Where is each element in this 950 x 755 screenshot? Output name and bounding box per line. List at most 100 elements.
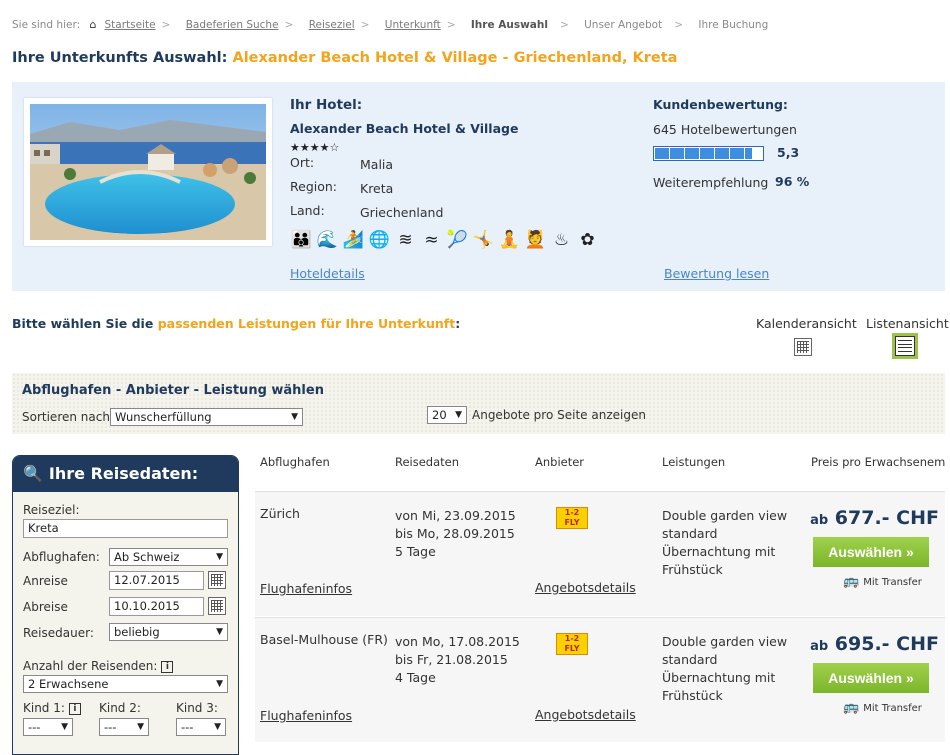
row-dates: von Mi, 23.09.2015 bis Mo, 28.09.2015 5 … [395, 507, 516, 561]
bus-icon: 🚌 [843, 700, 860, 715]
row-service-line: standard [662, 652, 718, 667]
row-price-value: 677.- CHF [834, 507, 939, 529]
page-title-hotel: Alexander Beach Hotel & Village - Griech… [232, 50, 678, 66]
home-icon[interactable]: ⌂ [89, 18, 101, 31]
child1-select-value: --- [28, 720, 41, 734]
list-view-label[interactable]: Listenansicht [866, 316, 949, 331]
row-service-line: Frühstück [662, 688, 723, 703]
calendar-icon[interactable] [208, 571, 226, 589]
hotel-heading: Ihr Hotel: [290, 97, 363, 113]
hotel-region-label: Region: [290, 179, 338, 194]
chevron-down-icon: ▼ [214, 722, 221, 732]
chevron-down-icon: ▼ [61, 722, 68, 732]
breadcrumb-reiseziel[interactable]: Reiseziel [309, 19, 355, 31]
rating-bar-segment [745, 148, 752, 159]
sauna-icon: ♨ [553, 230, 570, 250]
info-icon[interactable]: i [161, 660, 174, 673]
list-view-icon[interactable] [892, 333, 918, 359]
transfer-badge: 🚌 Mit Transfer [843, 574, 922, 589]
row-service-line: Übernachtung mit [662, 670, 776, 685]
airport-select[interactable]: Ab Schweiz ▼ [109, 548, 228, 566]
row-price: ab 695.- CHF [810, 633, 939, 655]
transfer-label: Mit Transfer [863, 703, 922, 714]
per-page-select[interactable]: 20 ▼ [427, 406, 467, 424]
chevron-down-icon: ▼ [216, 552, 223, 562]
airport-select-value: Ab Schweiz [114, 550, 180, 564]
calendar-icon[interactable] [208, 597, 226, 615]
destination-label: Reiseziel: [23, 503, 80, 517]
rating-bar-segment [715, 148, 729, 159]
rating-bar-segment [670, 148, 684, 159]
watersport-icon: 🏄 [342, 230, 365, 250]
row-date-from: von Mo, 17.08.2015 [395, 634, 520, 649]
calendar-view-icon[interactable] [794, 338, 812, 356]
travellers-select[interactable]: 2 Erwachsene ▼ [23, 675, 228, 693]
page-title: Ihre Unterkunfts Auswahl: Alexander Beac… [12, 50, 677, 66]
row-service-line: Double garden view [662, 634, 788, 649]
return-input[interactable]: 10.10.2015 [109, 597, 204, 616]
offer-details-link[interactable]: Angebotsdetails [535, 579, 636, 597]
child2-select[interactable]: --- ▼ [99, 718, 149, 736]
provider-logo: 1-2 FLY [556, 507, 588, 529]
airport-info-link[interactable]: Flughafeninfos [260, 580, 352, 598]
recommend-value: 96 % [775, 174, 810, 189]
airport-label: Abflughafen: [23, 550, 100, 564]
info-icon[interactable]: i [68, 702, 81, 715]
breadcrumb-badeferien[interactable]: Badeferien Suche [186, 19, 279, 31]
duration-label: Reisedauer: [23, 626, 94, 640]
hotel-region-value: Kreta [360, 181, 394, 196]
breadcrumb-startseite[interactable]: Startseite [104, 19, 155, 31]
rating-bar-segment [685, 148, 699, 159]
row-service-line: Double garden view [662, 508, 788, 523]
breadcrumb-unterkunft[interactable]: Unterkunft [385, 19, 441, 31]
hotel-land-value: Griechenland [360, 205, 444, 220]
child3-select[interactable]: --- ▼ [176, 718, 226, 736]
search-icon: 🔍 [23, 464, 43, 483]
travellers-label: Anzahl der Reisenden: i [23, 659, 174, 673]
sort-select[interactable]: Wunscherfüllung ▼ [110, 408, 303, 426]
rating-bar-segment [700, 148, 714, 159]
row-price: ab 677.- CHF [810, 507, 939, 529]
row-price-value: 695.- CHF [834, 633, 939, 655]
rating-bar-segment [730, 148, 744, 159]
row-price-prefix: ab [810, 513, 829, 528]
per-page-value: 20 [432, 408, 447, 422]
beach-icon: 🌊 [316, 230, 339, 250]
rating-bar [653, 146, 764, 161]
choose-suffix: : [455, 316, 461, 331]
offer-details-link[interactable]: Angebotsdetails [535, 706, 636, 724]
sort-label: Sortieren nach [22, 410, 110, 424]
tennis-icon: 🎾 [446, 230, 469, 250]
airport-info-link[interactable]: Flughafeninfos [260, 707, 352, 725]
row-date-to: bis Mo, 28.09.2015 [395, 526, 515, 541]
chevron-down-icon: ▼ [137, 722, 144, 732]
select-offer-button[interactable]: Auswählen » [813, 537, 929, 567]
hotel-photo[interactable] [24, 98, 272, 246]
duration-select[interactable]: beliebig ▼ [109, 623, 228, 641]
massage-icon: 💆 [524, 230, 547, 250]
table-row: Basel-Mulhouse (FR) von Mo, 17.08.2015 b… [255, 617, 945, 742]
departure-input[interactable]: 12.07.2015 [109, 571, 204, 590]
row-services: Double garden view standard Übernachtung… [662, 507, 787, 579]
hotel-details-link[interactable]: Hoteldetails [290, 266, 365, 281]
choose-prefix: Bitte wählen Sie die [12, 316, 154, 331]
calendar-view-label[interactable]: Kalenderansicht [756, 316, 857, 331]
hotel-ort-value: Malia [360, 157, 394, 172]
row-airport: Basel-Mulhouse (FR) [260, 632, 388, 647]
row-service-line: Frühstück [662, 562, 723, 577]
hotel-name: Alexander Beach Hotel & Village [290, 121, 519, 136]
family-icon: 👪 [290, 230, 313, 250]
destination-input[interactable]: Kreta [23, 519, 228, 538]
breadcrumb-current: Ihre Auswahl [470, 19, 548, 31]
pool-icon: ≋ [398, 230, 413, 250]
child3-label: Kind 3: [176, 701, 218, 715]
chevron-down-icon: ▼ [455, 410, 462, 420]
select-offer-button[interactable]: Auswählen » [813, 663, 929, 693]
read-rating-link[interactable]: Bewertung lesen [664, 266, 769, 281]
select-offer-label: Auswählen [828, 670, 903, 686]
child1-select[interactable]: --- ▼ [23, 718, 73, 736]
row-days: 4 Tage [395, 670, 436, 685]
row-price-prefix: ab [810, 639, 829, 654]
internet-icon: 🌐 [368, 230, 391, 250]
child2-select-value: --- [104, 720, 117, 734]
